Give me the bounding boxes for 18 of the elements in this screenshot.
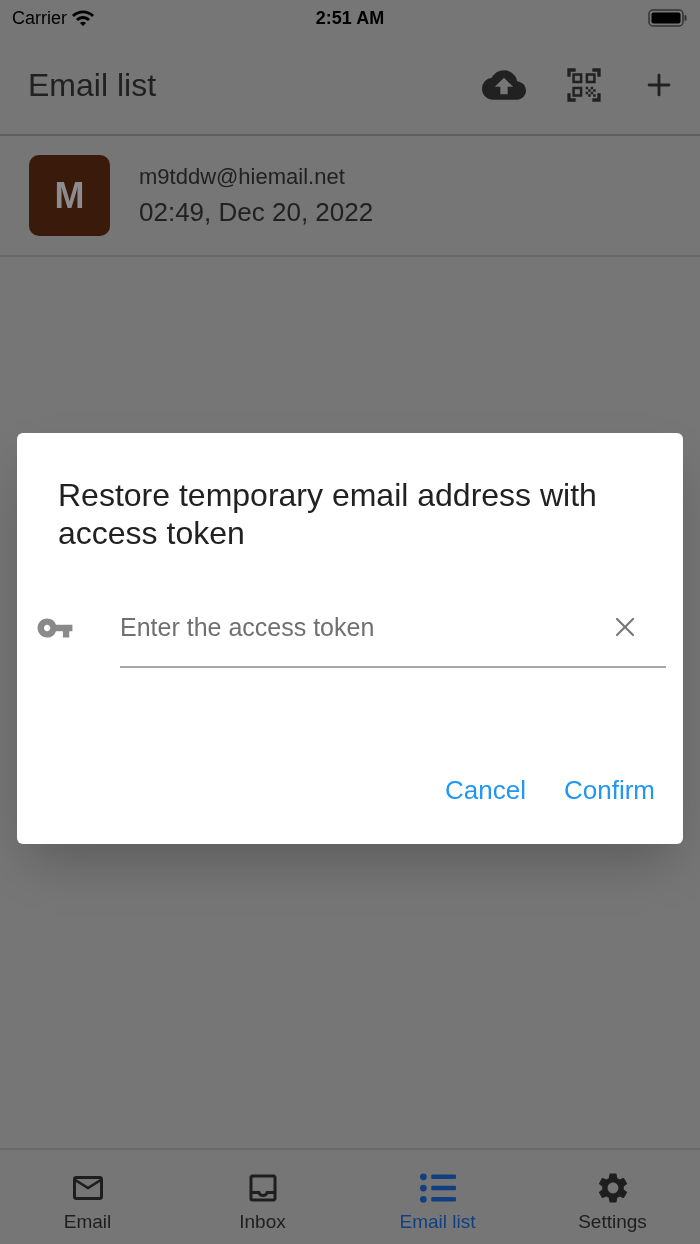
tab-bar-item[interactable]: Inbox (175, 1150, 350, 1244)
avatar: M (29, 155, 110, 236)
dialog-button[interactable]: Cancel (435, 767, 536, 814)
tab-bar-item[interactable]: Email list (350, 1150, 525, 1244)
email-address: m9tddw@hiemail.net (139, 162, 346, 191)
page-title: Email list (28, 66, 157, 105)
qr-code-icon[interactable] (564, 65, 604, 105)
tab-bar-item[interactable]: Settings (525, 1150, 700, 1244)
email-date: 02:49, Dec 20, 2022 (139, 195, 374, 229)
list-icon (419, 1170, 456, 1206)
email-row[interactable]: M m9tddw@hiemail.net 02:49, Dec 20, 2022 (0, 136, 700, 257)
battery-icon (648, 8, 688, 28)
access-token-field[interactable]: Enter the access token (120, 602, 609, 652)
carrier-label: Carrier (12, 6, 67, 30)
status-time: 2:51 AM (315, 6, 385, 30)
tab-bar-item[interactable]: Email (0, 1150, 175, 1244)
dialog-title: Restore temporary email address with access token (57, 476, 598, 552)
dialog-button[interactable]: Confirm (554, 767, 665, 814)
